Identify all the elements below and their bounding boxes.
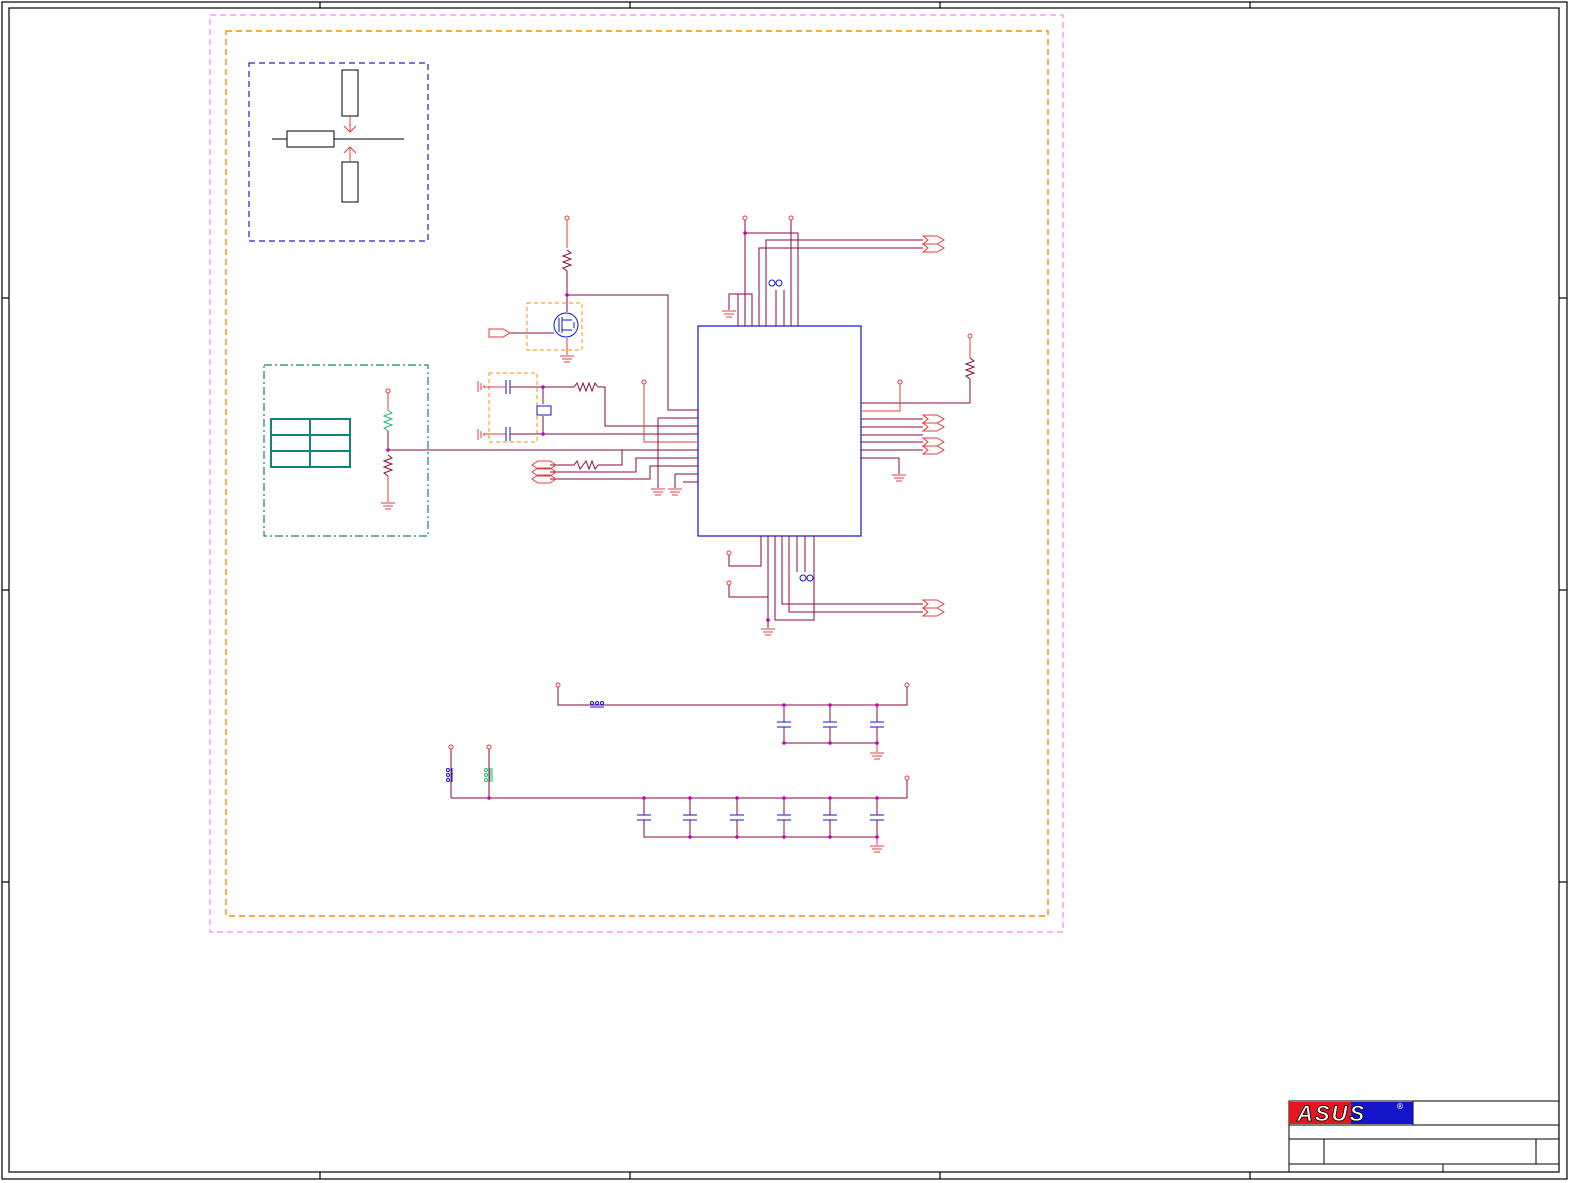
resistor-icon xyxy=(382,454,394,477)
capacitor-icon xyxy=(505,427,511,441)
ferrite-bead-icon xyxy=(484,768,493,782)
offpage-connector-icon xyxy=(921,235,946,245)
ic-chip xyxy=(697,325,862,537)
keepout-diagram xyxy=(248,62,429,242)
arrow-down-icon xyxy=(343,116,357,133)
crystal-icon xyxy=(536,405,552,416)
offpage-connector-icon xyxy=(921,437,946,447)
ground-icon xyxy=(870,845,884,853)
asus-logo: ASUS ® xyxy=(1289,1101,1413,1126)
option-table xyxy=(270,418,351,468)
sheet-frame xyxy=(1,1,1568,1180)
ground-icon xyxy=(381,502,395,510)
ferrite-bead-icon xyxy=(590,701,604,708)
offpage-connector-icon xyxy=(921,607,946,617)
capacitor-icon xyxy=(505,380,511,394)
capacitor-icon xyxy=(637,814,884,821)
offpage-connector-icon xyxy=(921,445,946,455)
offpage-connector-icon xyxy=(921,414,946,424)
offpage-connector-icon xyxy=(488,328,512,338)
resistor-icon xyxy=(382,409,394,432)
resistor-icon xyxy=(561,249,573,272)
ground-icon xyxy=(892,474,906,482)
ground-icon xyxy=(560,355,574,363)
capacitor-icon xyxy=(777,721,884,728)
logo-registered-mark: ® xyxy=(1396,1102,1404,1111)
ground-icon xyxy=(722,310,736,318)
resistor-icon xyxy=(573,459,599,471)
ground-icon xyxy=(761,628,775,636)
resistor-icon xyxy=(573,381,599,393)
arrow-up-icon xyxy=(343,146,357,162)
offpage-connector-icon xyxy=(921,243,946,253)
title-block: ASUS ® xyxy=(1288,1100,1560,1173)
ground-icon xyxy=(651,488,665,496)
junction-dots xyxy=(386,231,879,839)
ground-icon xyxy=(870,752,884,760)
resistor-icon xyxy=(964,357,976,380)
ground-icon xyxy=(668,488,682,496)
logo-text: ASUS xyxy=(1296,1101,1366,1126)
schematic-sheet: ASUS ® xyxy=(1,1,1568,1180)
offpage-connector-icon xyxy=(921,422,946,432)
power-pin-icon xyxy=(385,388,391,410)
wiring xyxy=(388,215,976,853)
outer-group-border xyxy=(209,14,1064,933)
mosfet-icon xyxy=(553,312,579,338)
offpage-connector-icon xyxy=(921,599,946,609)
